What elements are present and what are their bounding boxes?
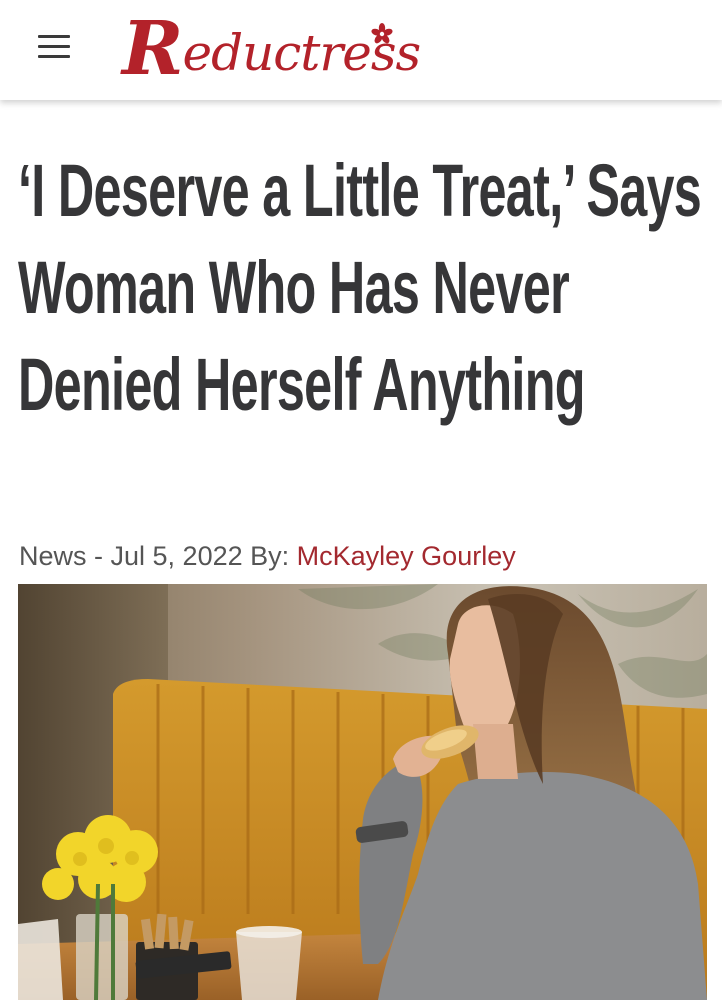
article-category[interactable]: News [19, 541, 87, 571]
site-logo[interactable]: Reductress [122, 2, 421, 94]
article-meta: News - Jul 5, 2022 By: McKayley Gourley [19, 541, 516, 572]
article-author-link[interactable]: McKayley Gourley [297, 541, 516, 571]
menu-line [38, 45, 70, 48]
menu-line [38, 55, 70, 58]
menu-line [38, 35, 70, 38]
by-label: By: [242, 541, 297, 571]
hero-photo-illustration [18, 584, 707, 1000]
site-header: Reductress [0, 0, 722, 100]
meta-separator: - [86, 541, 111, 571]
article-headline: ‘I Deserve a Little Treat,’ Says Woman W… [18, 149, 702, 426]
article-date: Jul 5, 2022 [110, 541, 243, 571]
hamburger-menu-icon[interactable] [36, 31, 74, 63]
article-hero-image [18, 584, 707, 1000]
logo-wordmark-initial: R [122, 6, 183, 92]
flower-icon [371, 23, 393, 44]
